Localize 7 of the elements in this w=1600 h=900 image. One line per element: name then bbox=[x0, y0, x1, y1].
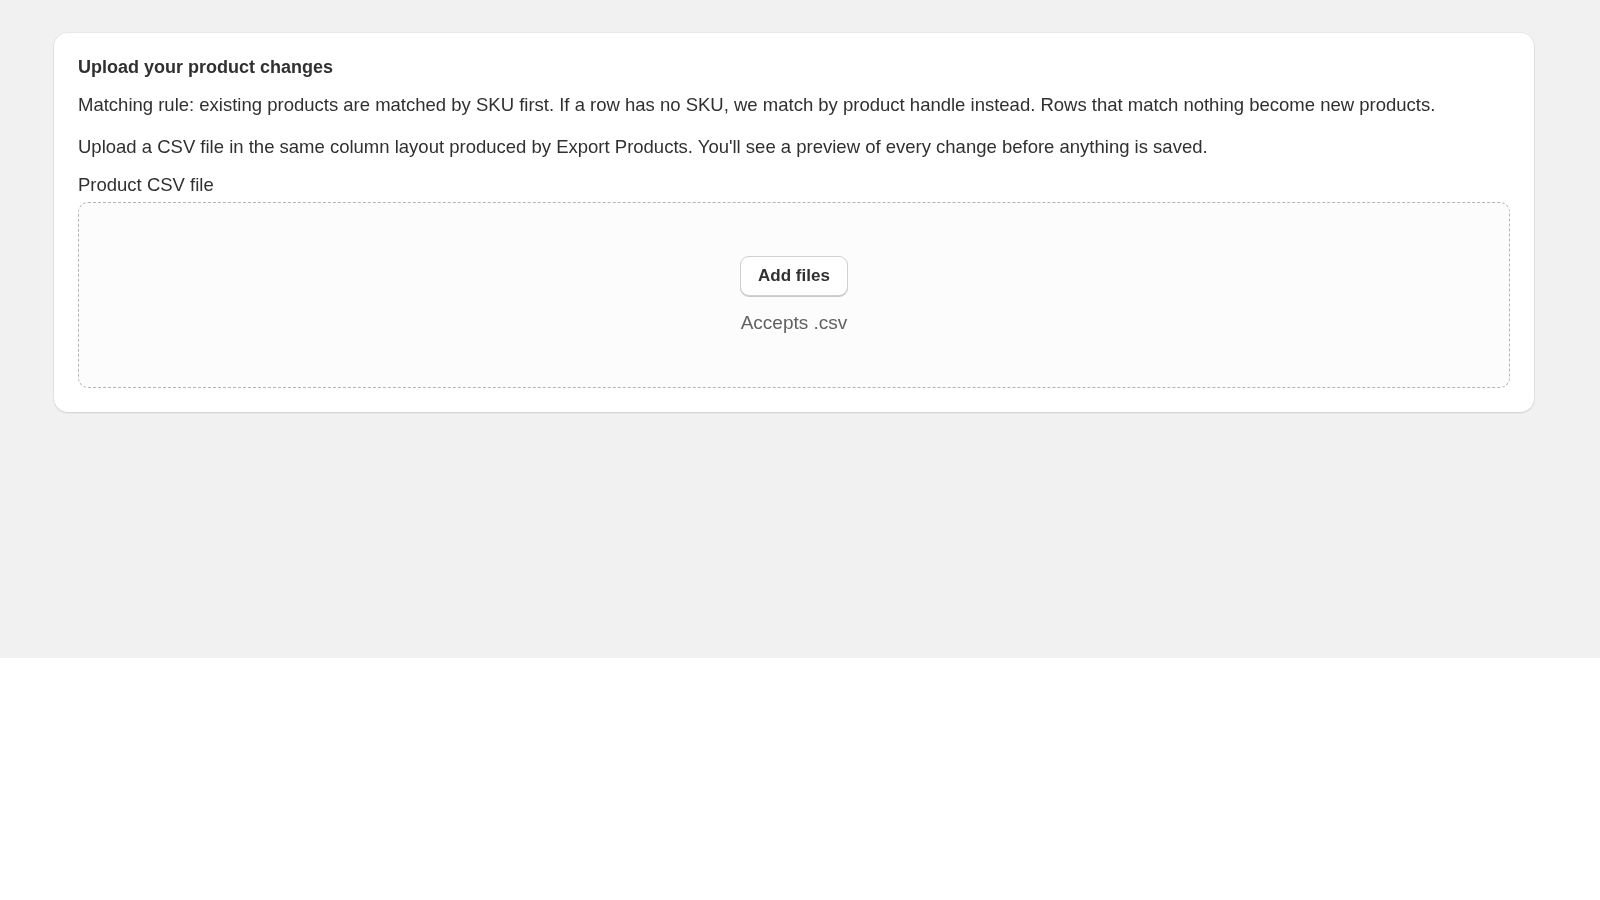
accepted-types-hint: Accepts .csv bbox=[740, 312, 848, 334]
description-text: Matching rule: existing products are matched by SKU first. If a row has no SKU, we match by product handle instead. Rows that match nothing become new products. bbox=[78, 93, 1437, 117]
card-title: Upload your product changes bbox=[78, 57, 335, 78]
file-dropzone[interactable]: Add files Accepts .csv bbox=[78, 202, 1510, 388]
description-text: Upload a CSV file in the same column layout produced by Export Products. You'll see a preview of every change before anything is saved. bbox=[78, 135, 1209, 159]
add-files-button[interactable]: Add files bbox=[740, 256, 848, 296]
field-label: Product CSV file bbox=[78, 174, 215, 196]
